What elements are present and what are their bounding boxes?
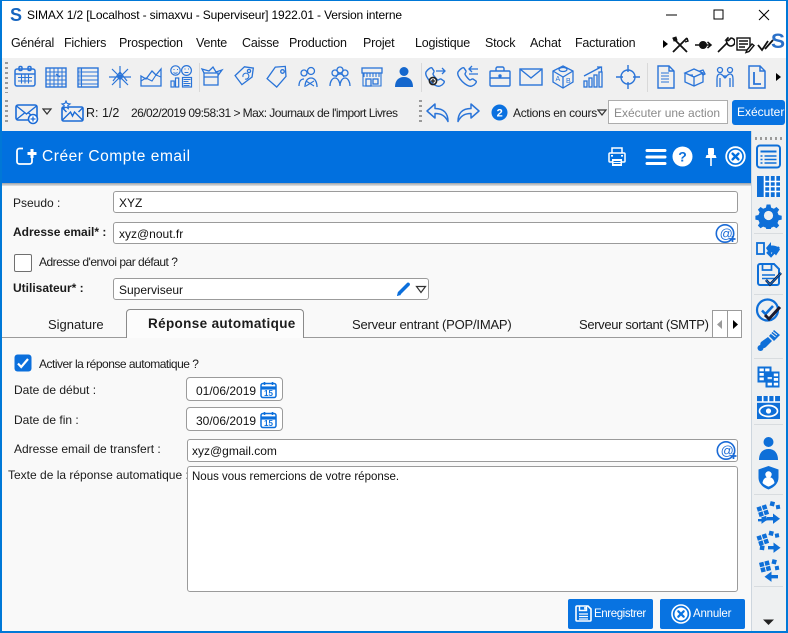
svg-text:15: 15 xyxy=(264,419,273,428)
svg-text:2: 2 xyxy=(497,108,503,120)
svg-text:15: 15 xyxy=(264,389,273,398)
svg-text:S: S xyxy=(10,6,22,23)
svg-text:B: B xyxy=(566,78,571,85)
svg-text:A: A xyxy=(556,76,561,83)
svg-text:?: ? xyxy=(678,149,687,165)
